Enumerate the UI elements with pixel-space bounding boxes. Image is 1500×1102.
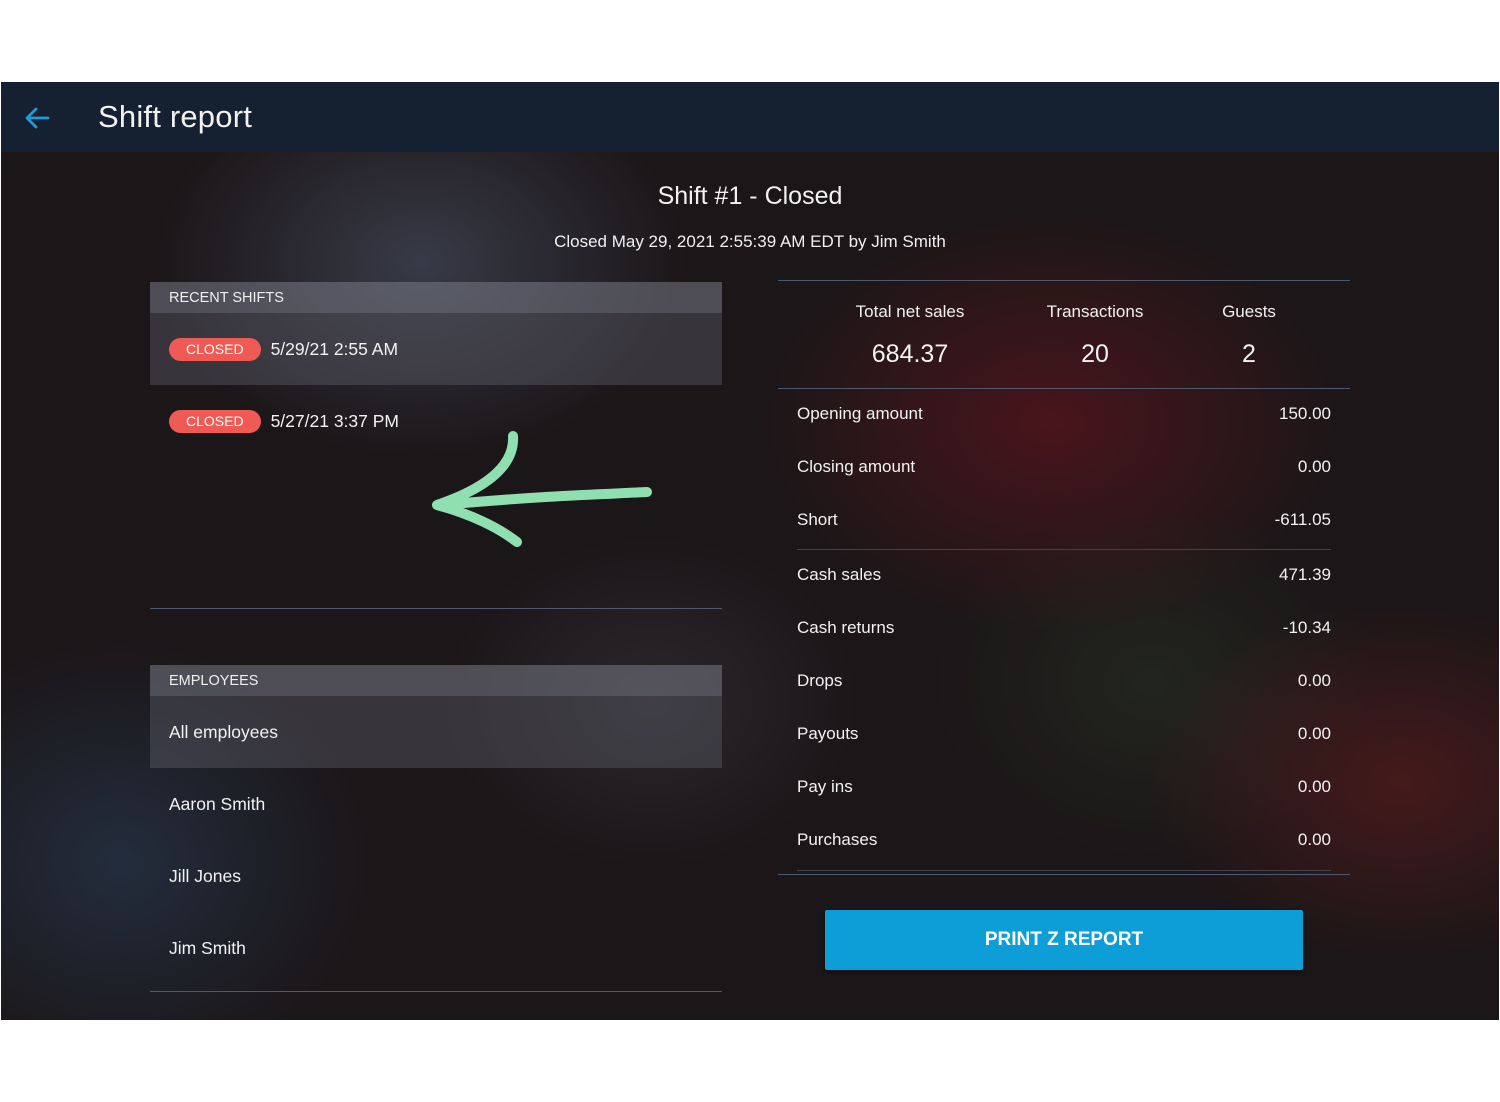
summary-row-closing-amount: Closing amount 0.00 [797,443,1331,496]
stat-total-net-sales: Total net sales 684.37 [820,302,1000,369]
recent-shifts-divider [150,608,722,609]
summary-divider [797,549,1331,550]
summary-label: Opening amount [797,404,923,423]
page-title: Shift report [98,99,253,134]
summary-row-opening-amount: Opening amount 150.00 [797,390,1331,443]
summary-value: 0.00 [1297,830,1331,849]
stat-guests: Guests 2 [1159,302,1339,369]
shift-subtitle: Closed May 29, 2021 2:55:39 AM EDT by Ji… [554,232,946,251]
stats-bottom-divider [778,388,1350,389]
stat-transactions: Transactions 20 [1005,302,1185,369]
summary-label: Drops [797,671,843,690]
status-badge: CLOSED [169,409,261,433]
summary-value: 0.00 [1297,671,1331,690]
employee-item[interactable]: Jill Jones [150,840,722,912]
employees-header: EMPLOYEES [150,665,722,696]
summary-row-cash-sales: Cash sales 471.39 [797,551,1331,604]
summary-label: Payouts [797,724,859,743]
status-badge: CLOSED [169,337,261,361]
summary-row-payouts: Payouts 0.00 [797,710,1331,763]
employee-item-all[interactable]: All employees [150,696,722,768]
summary-row-short: Short -611.05 [797,496,1331,549]
back-button[interactable] [17,98,57,138]
employees-divider [150,991,722,992]
employee-item[interactable]: Aaron Smith [150,768,722,840]
summary-label: Purchases [797,830,878,849]
summary-value: 0.00 [1297,724,1331,743]
summary-label: Pay ins [797,777,853,796]
summary-label: Cash returns [797,618,895,637]
summary-label: Cash sales [797,565,882,584]
summary-label: Short [797,510,838,529]
stat-value: 684.37 [871,340,949,368]
stat-label: Total net sales [855,302,965,321]
stat-label: Transactions [1046,302,1144,321]
summary-value: -611.05 [1274,510,1331,529]
summary-value: 150.00 [1279,404,1331,423]
shift-datetime: 5/29/21 2:55 AM [270,338,399,359]
shift-datetime: 5/27/21 3:37 PM [270,410,399,431]
shift-report-screen: Shift report Shift #1 - Closed Closed Ma… [1,82,1499,1020]
top-app-bar: Shift report [1,82,1499,152]
recent-shift-item[interactable]: CLOSED 5/29/21 2:55 AM [150,313,722,385]
summary-divider [797,870,1331,871]
shift-title: Shift #1 - Closed [657,182,843,210]
summary-bottom-divider [778,874,1350,875]
summary-label: Closing amount [797,457,916,476]
hand-drawn-arrow-icon [432,431,652,547]
summary-row-purchases: Purchases 0.00 [797,816,1331,869]
print-z-report-button[interactable]: PRINT Z REPORT [825,910,1303,970]
stat-label: Guests [1222,302,1276,321]
summary-value: 0.00 [1297,457,1331,476]
summary-row-cash-returns: Cash returns -10.34 [797,604,1331,657]
summary-row-drops: Drops 0.00 [797,657,1331,710]
summary-value: 471.39 [1279,565,1331,584]
stat-value: 20 [1081,340,1109,368]
summary-value: 0.00 [1297,777,1331,796]
arrow-left-icon [25,107,50,129]
summary-value: -10.34 [1282,618,1331,637]
employee-item[interactable]: Jim Smith [150,912,722,984]
stat-value: 2 [1242,340,1256,368]
summary-row-pay-ins: Pay ins 0.00 [797,763,1331,816]
recent-shifts-header: RECENT SHIFTS [150,282,722,313]
stats-top-divider [778,280,1350,281]
